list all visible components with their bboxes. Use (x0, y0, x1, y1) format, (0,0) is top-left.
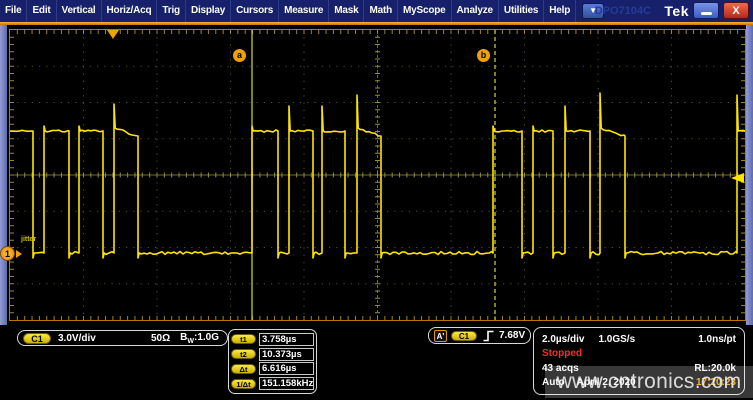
cursor-a-label[interactable]: a (233, 49, 246, 62)
menu-item-display[interactable]: Display (186, 0, 231, 22)
vertical-scale: 3.0V/div (58, 333, 96, 344)
t2-badge: t2 (231, 349, 256, 359)
channel-1-marker[interactable]: 1 (0, 246, 22, 261)
cursor-row-t2: t2 10.373µs (231, 348, 314, 361)
close-button[interactable]: X (723, 2, 749, 19)
menu-item-measure[interactable]: Measure (279, 0, 329, 22)
menu-item-horiz-acq[interactable]: Horiz/Acq (102, 0, 158, 22)
t2-value: 10.373µs (259, 348, 314, 361)
t1-badge: t1 (231, 334, 256, 344)
timebase-row: 2.0µs/div 1.0GS/s 1.0ns/pt (542, 334, 736, 345)
model-label: DPO7104C (595, 0, 651, 22)
menu-item-file[interactable]: File (0, 0, 27, 22)
menu-item-edit[interactable]: Edit (27, 0, 56, 22)
impedance: 50Ω (151, 333, 170, 344)
dt-value: 6.616µs (259, 362, 314, 375)
menu-item-vertical[interactable]: Vertical (57, 0, 102, 22)
channel-1-arrow-icon (16, 250, 22, 258)
menu-bar: File Edit Vertical Horiz/Acq Trig Displa… (0, 0, 753, 22)
cursor-row-inv-dt: 1/Δt 151.158kHz (231, 377, 314, 390)
minimize-icon (701, 12, 712, 15)
status-row: Stopped (542, 348, 736, 359)
menu-item-trig[interactable]: Trig (157, 0, 186, 22)
menu-item-myscope[interactable]: MyScope (398, 0, 452, 22)
acquisition-status: Stopped (542, 348, 582, 359)
cursor-row-dt: Δt 6.616µs (231, 362, 314, 375)
bandwidth: BW:1.0G (180, 332, 219, 345)
menu-item-cursors[interactable]: Cursors (231, 0, 279, 22)
tek-logo: Tek (664, 0, 689, 22)
menu-item-mask[interactable]: Mask (329, 0, 364, 22)
channel-readout[interactable]: C1 3.0V/div 50Ω BW:1.0G (17, 330, 228, 346)
rising-edge-icon (482, 329, 495, 343)
t1-value: 3.758µs (259, 333, 314, 346)
inv-dt-badge: 1/Δt (231, 379, 256, 389)
scope-plot (10, 30, 745, 320)
cursor-b-label[interactable]: b (477, 49, 490, 62)
dt-badge: Δt (231, 364, 256, 374)
trigger-readout[interactable]: A' C1 7.68V (428, 327, 531, 344)
oscilloscope-app: File Edit Vertical Horiz/Acq Trig Displa… (0, 0, 753, 400)
jitter-annotation: jitter (21, 236, 36, 243)
cursor-row-t1: t1 3.758µs (231, 333, 314, 346)
accent-divider (0, 22, 753, 25)
waveform-screen: a b jitter 1 (0, 25, 753, 325)
channel-badge: C1 (23, 333, 51, 344)
menu-item-math[interactable]: Math (364, 0, 398, 22)
menu-item-utilities[interactable]: Utilities (499, 0, 544, 22)
menu-item-analyze[interactable]: Analyze (452, 0, 499, 22)
watermark-text: www.cntronics.com (557, 370, 742, 394)
timebase-value: 2.0µs/div (542, 334, 584, 345)
inv-dt-value: 151.158kHz (259, 377, 314, 390)
graticule: a b jitter (9, 29, 746, 321)
resolution: 1.0ns/pt (698, 334, 736, 345)
trigger-level-value: 7.68V (499, 330, 525, 341)
trigger-source-badge: C1 (451, 331, 477, 341)
cursor-readout-panel[interactable]: t1 3.758µs t2 10.373µs Δt 6.616µs 1/Δt 1… (228, 329, 317, 394)
minimize-button[interactable] (693, 2, 719, 19)
sample-rate: 1.0GS/s (598, 334, 635, 345)
trigger-a-badge: A' (434, 330, 447, 342)
watermark: www.cntronics.com (545, 366, 753, 398)
menu-item-help[interactable]: Help (544, 0, 576, 22)
channel-1-bubble: 1 (0, 246, 15, 261)
